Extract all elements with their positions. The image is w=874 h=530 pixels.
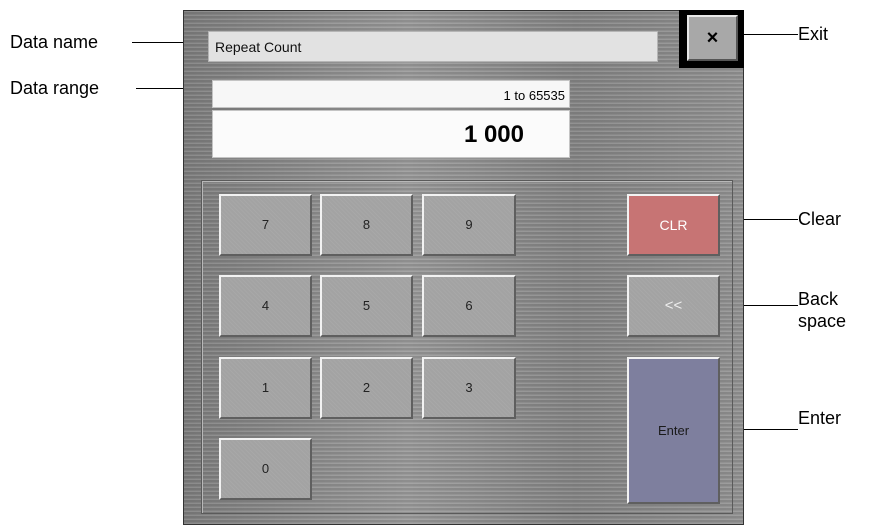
key-8[interactable]: 8 bbox=[320, 194, 413, 256]
key-5[interactable]: 5 bbox=[320, 275, 413, 337]
double-chevron-left-icon: << bbox=[664, 297, 683, 314]
callout-backspace-line2: space bbox=[798, 311, 847, 331]
callout-backspace: Back space bbox=[798, 288, 846, 332]
key-1[interactable]: 1 bbox=[219, 357, 312, 419]
callout-backspace-line1: Back bbox=[798, 289, 839, 309]
key-0[interactable]: 0 bbox=[219, 438, 312, 500]
backspace-button[interactable]: << bbox=[627, 275, 720, 337]
key-4[interactable]: 4 bbox=[219, 275, 312, 337]
key-6[interactable]: 6 bbox=[422, 275, 516, 337]
key-3[interactable]: 3 bbox=[422, 357, 516, 419]
callout-data-range: Data range bbox=[10, 78, 100, 98]
value-input[interactable]: 1 000 bbox=[212, 110, 570, 158]
enter-button[interactable]: Enter bbox=[627, 357, 720, 504]
callout-exit: Exit bbox=[798, 24, 829, 44]
key-7[interactable]: 7 bbox=[219, 194, 312, 256]
clear-button[interactable]: CLR bbox=[627, 194, 720, 256]
key-9[interactable]: 9 bbox=[422, 194, 516, 256]
callout-enter: Enter bbox=[798, 408, 842, 428]
callout-data-name: Data name bbox=[10, 32, 99, 52]
callout-clear: Clear bbox=[798, 209, 842, 229]
exit-button[interactable]: × bbox=[687, 15, 738, 61]
leader-line-exit bbox=[738, 34, 798, 35]
close-icon: × bbox=[706, 27, 719, 49]
key-2[interactable]: 2 bbox=[320, 357, 413, 419]
data-name-field: Repeat Count bbox=[208, 31, 658, 62]
data-range-display: 1 to 65535 bbox=[212, 80, 570, 108]
